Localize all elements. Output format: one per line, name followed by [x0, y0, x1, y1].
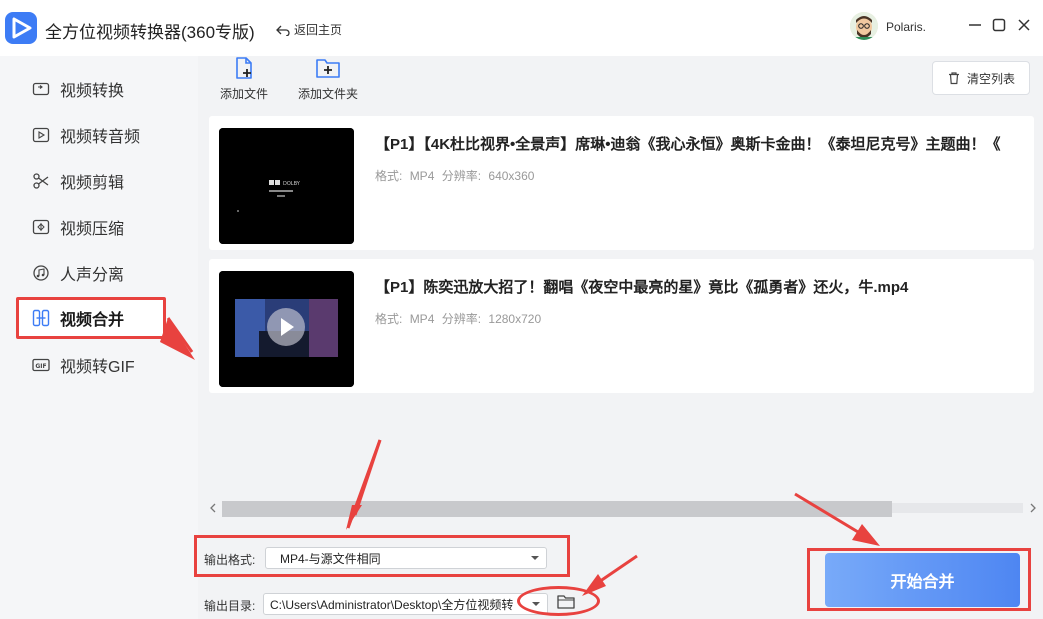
scissors-icon [32, 172, 50, 190]
trash-icon [948, 72, 959, 85]
main-panel: 添加文件 添加文件夹 清空列表 DOLBY 【P1】【4K杜比视界•全景声】席琳… [198, 56, 1043, 619]
sidebar-item-video-to-audio[interactable]: 视频转音频 [16, 116, 166, 154]
sidebar-item-label: 人声分离 [60, 267, 125, 284]
maximize-icon [992, 18, 1006, 32]
file-card[interactable]: 【P1】陈奕迅放大招了！翻唱《夜空中最亮的星》竟比《孤勇者》还火，牛.mp4 格… [209, 259, 1034, 393]
sidebar-item-label: 视频合并 [60, 312, 125, 329]
file-card[interactable]: DOLBY 【P1】【4K杜比视界•全景声】席琳•迪翁《我心永恒》奥斯卡金曲！《… [209, 116, 1034, 250]
output-dir-value: C:\Users\Administrator\Desktop\全方位视频转 [270, 597, 514, 612]
add-folder-label: 添加文件夹 [298, 87, 359, 101]
format-label: 格式: [375, 312, 403, 326]
sidebar-item-video-compress[interactable]: 视频压缩 [16, 208, 166, 246]
sidebar-item-label: 视频剪辑 [60, 175, 125, 192]
sidebar-item-label: 视频压缩 [60, 221, 125, 238]
username: Polaris. [886, 20, 927, 34]
scroll-right-icon[interactable] [1028, 503, 1038, 513]
chevron-down-icon [532, 602, 540, 606]
back-home-button[interactable]: 返回主页 [276, 21, 342, 38]
svg-text:GIF: GIF [35, 363, 46, 370]
add-folder-button[interactable]: 添加文件夹 [298, 56, 358, 106]
minimize-icon [969, 24, 981, 26]
file-title: 【P1】陈奕迅放大招了！翻唱《夜空中最亮的星》竟比《孤勇者》还火，牛.mp4 [375, 279, 909, 296]
add-file-button[interactable]: 添加文件 [220, 56, 268, 106]
add-folder-icon [316, 59, 340, 78]
back-arrow-icon [276, 25, 290, 36]
sidebar-item-vocal-separate[interactable]: 人声分离 [16, 254, 166, 292]
sidebar-item-video-convert[interactable]: 视频转换 [16, 70, 166, 108]
sidebar-item-label: 视频转GIF [60, 359, 135, 376]
output-dir-select[interactable]: C:\Users\Administrator\Desktop\全方位视频转 [263, 593, 548, 615]
format-value: MP4 [409, 169, 435, 183]
chevron-down-icon [531, 556, 539, 560]
sidebar-item-label: 视频转换 [60, 83, 125, 100]
add-file-icon [236, 57, 252, 79]
resolution-value: 640x360 [488, 169, 535, 183]
output-format-value: MP4-与源文件相同 [280, 551, 381, 566]
resolution-label: 分辨率: [441, 169, 482, 183]
app-title: 全方位视频转换器(360专版) [45, 23, 255, 42]
video-thumbnail: DOLBY [219, 128, 354, 244]
sidebar-item-label: 视频转音频 [60, 129, 141, 146]
clear-list-button[interactable]: 清空列表 [932, 61, 1030, 95]
output-format-label: 输出格式: [204, 553, 256, 567]
maximize-button[interactable] [990, 16, 1008, 34]
app-logo-icon [5, 12, 37, 44]
video-thumbnail [219, 271, 354, 387]
sidebar-item-video-edit[interactable]: 视频剪辑 [16, 162, 166, 200]
close-icon [1018, 19, 1030, 31]
format-label: 格式: [375, 169, 403, 183]
browse-folder-button[interactable] [557, 594, 577, 612]
close-button[interactable] [1015, 16, 1033, 34]
vocal-separate-icon [32, 264, 50, 282]
output-format-select[interactable]: MP4-与源文件相同 [265, 547, 547, 569]
file-title: 【P1】【4K杜比视界•全景声】席琳•迪翁《我心永恒》奥斯卡金曲！《泰坦尼克号》… [375, 136, 1001, 153]
scrollbar-thumb[interactable] [222, 501, 892, 517]
file-meta: 格式: MP4 分辨率: 640x360 [375, 167, 538, 184]
toolbar: 添加文件 添加文件夹 清空列表 [198, 56, 1043, 114]
compress-icon [32, 218, 50, 236]
horizontal-scrollbar[interactable] [206, 499, 1040, 517]
avatar[interactable] [850, 12, 878, 40]
folder-icon [557, 595, 575, 609]
gif-icon: GIF [32, 356, 50, 374]
start-merge-button[interactable]: 开始合并 [825, 553, 1020, 607]
sidebar-item-video-to-gif[interactable]: GIF 视频转GIF [16, 346, 166, 384]
video-convert-icon [32, 80, 50, 98]
title-bar: 全方位视频转换器(360专版) 返回主页 Polaris. [0, 0, 1043, 56]
add-file-label: 添加文件 [220, 87, 269, 101]
scroll-left-icon[interactable] [208, 503, 218, 513]
sidebar: 视频转换 视频转音频 视频剪辑 视频压缩 人声分离 视频合并 GIF 视频转GI… [0, 56, 198, 619]
clear-list-label: 清空列表 [966, 71, 1015, 86]
resolution-label: 分辨率: [441, 312, 482, 326]
file-meta: 格式: MP4 分辨率: 1280x720 [375, 310, 545, 327]
sidebar-item-video-merge[interactable]: 视频合并 [16, 297, 166, 339]
format-value: MP4 [409, 312, 435, 326]
merge-icon [32, 309, 50, 327]
resolution-value: 1280x720 [488, 312, 542, 326]
minimize-button[interactable] [966, 16, 984, 34]
thumbnail-dolby-text: DOLBY [283, 181, 301, 187]
video-to-audio-icon [32, 126, 50, 144]
back-home-label: 返回主页 [294, 23, 343, 37]
output-dir-label: 输出目录: [204, 599, 256, 613]
